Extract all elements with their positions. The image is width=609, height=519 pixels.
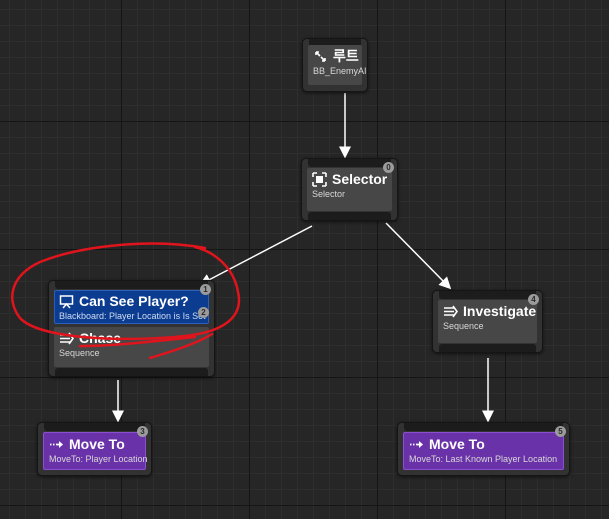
selector-node-subtitle: Selector	[312, 189, 346, 199]
decorator-subtitle: Blackboard: Player Location is Is Set	[59, 311, 206, 321]
move-to-player-task-node[interactable]: Move To MoveTo: Player Location 3	[37, 422, 152, 476]
investigate-node-subtitle: Sequence	[443, 321, 484, 331]
can-see-player-decorator[interactable]: Can See Player? Blackboard: Player Locat…	[54, 290, 209, 324]
root-node-title: 루트	[333, 48, 359, 64]
decorator-index-badge: 2	[198, 307, 209, 318]
move-to-player-title: Move To	[69, 436, 125, 452]
chase-node-title: Chase	[79, 330, 122, 346]
move-to-icon	[410, 441, 423, 448]
execution-index-badge: 0	[383, 162, 394, 173]
root-node[interactable]: 루트 BB_EnemyAI	[302, 38, 368, 92]
move-to-player-subtitle: MoveTo: Player Location	[49, 454, 148, 464]
chase-sequence-node[interactable]: Chase Sequence Can See Player? Blackboar…	[48, 280, 215, 377]
selector-node[interactable]: Selector Selector 0	[301, 158, 398, 221]
root-node-subtitle: BB_EnemyAI	[313, 66, 367, 76]
move-to-last-known-title: Move To	[429, 436, 485, 452]
move-to-icon	[50, 441, 63, 448]
monitor-icon	[59, 295, 74, 309]
execution-index-badge: 1	[200, 284, 211, 295]
move-to-last-known-task-node[interactable]: Move To MoveTo: Last Known Player Locati…	[397, 422, 570, 476]
move-to-last-known-subtitle: MoveTo: Last Known Player Location	[409, 454, 558, 464]
decorator-title: Can See Player?	[79, 293, 189, 309]
execution-index-badge: 3	[137, 426, 148, 437]
sequence-icon	[444, 305, 458, 318]
execution-index-badge: 5	[555, 426, 566, 437]
investigate-sequence-node[interactable]: Investigate Sequence 4	[432, 290, 543, 353]
root-icon	[315, 51, 326, 62]
execution-index-badge: 4	[528, 294, 539, 305]
selector-icon	[312, 172, 327, 187]
chase-node-subtitle: Sequence	[59, 348, 100, 358]
sequence-icon	[60, 332, 74, 345]
selector-node-title: Selector	[332, 171, 388, 187]
investigate-node-title: Investigate	[463, 303, 537, 319]
